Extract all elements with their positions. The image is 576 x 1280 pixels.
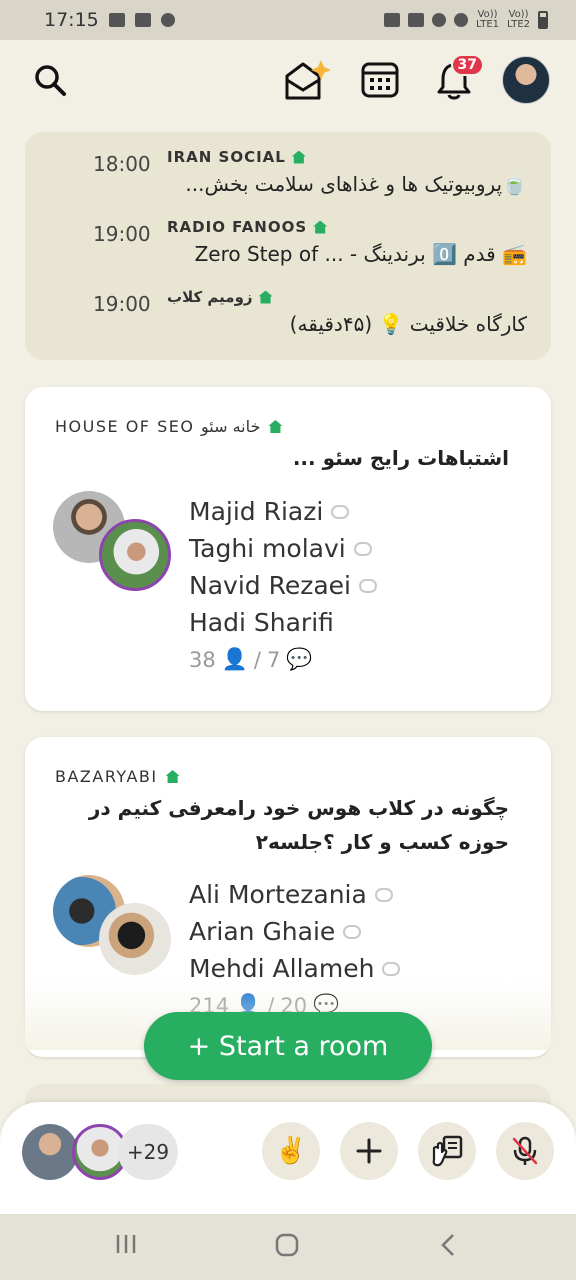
start-room-button[interactable]: + Start a room bbox=[144, 1012, 432, 1080]
listener-count: 38 bbox=[189, 647, 216, 672]
speaker-name: Majid Riazi bbox=[189, 493, 377, 530]
house-icon bbox=[313, 220, 328, 234]
house-icon bbox=[268, 420, 283, 433]
event-club: RADIO FANOOS bbox=[167, 218, 328, 236]
mute-mic-button[interactable] bbox=[496, 1122, 554, 1180]
avatar bbox=[502, 56, 550, 104]
event-title: کارگاه خلاقیت 💡 (۴۵دقیقه) bbox=[289, 312, 527, 336]
search-icon[interactable] bbox=[30, 60, 70, 100]
back-button[interactable] bbox=[438, 1232, 458, 1265]
speaker-avatar bbox=[99, 519, 171, 591]
invite-envelope-icon[interactable] bbox=[282, 58, 334, 102]
status-bar: 17:15 Vo)) LTE1 Vo)) LTE2 bbox=[0, 0, 576, 40]
status-time: 17:15 bbox=[44, 9, 99, 31]
upcoming-events-panel[interactable]: 18:00 IRAN SOCIAL 🍵پروبیوتیک ها و غذاهای… bbox=[25, 132, 551, 360]
top-bar: 37 bbox=[0, 40, 576, 124]
home-button[interactable] bbox=[274, 1232, 300, 1265]
recent-apps-button[interactable] bbox=[114, 1232, 138, 1263]
sim1-signal: Vo)) LTE1 bbox=[476, 9, 500, 30]
person-icon: 👤 bbox=[221, 647, 248, 671]
current-room-bar[interactable]: +29 ✌️ bbox=[0, 1102, 576, 1214]
participant-avatar bbox=[22, 1124, 78, 1180]
chat-bubble-icon bbox=[353, 541, 372, 556]
system-nav-bar bbox=[0, 1214, 576, 1280]
start-room-label: + Start a room bbox=[187, 1030, 389, 1062]
room-counts: 38 👤 / 7 💬 bbox=[189, 647, 377, 672]
chat-bubble-icon bbox=[382, 961, 401, 976]
separator: / bbox=[253, 647, 261, 672]
notifications-badge: 37 bbox=[450, 54, 484, 76]
room-club: HOUSE OF SEO خانه سئو bbox=[55, 417, 283, 436]
plus-icon bbox=[356, 1138, 382, 1164]
speaker-list: Majid Riazi Taghi molavi Navid Rezaei Ha… bbox=[189, 493, 377, 672]
person-icon bbox=[160, 13, 175, 27]
chat-bubble-icon bbox=[343, 924, 362, 939]
profile-avatar[interactable] bbox=[502, 56, 550, 104]
raise-hand-button[interactable] bbox=[418, 1122, 476, 1180]
event-club: زومیم کلاب bbox=[167, 288, 273, 306]
chat-bubble-icon bbox=[374, 887, 393, 902]
alarm-icon bbox=[432, 13, 447, 27]
room-card[interactable]: HOUSE OF SEO خانه سئو اشتباهات رایج سئو … bbox=[25, 387, 551, 711]
room-title: چگونه در کلاب هوس خود رامعرفی کنیم در حو… bbox=[88, 796, 509, 854]
instagram-icon bbox=[134, 13, 151, 27]
speaker-name: Taghi molavi bbox=[189, 530, 377, 567]
leave-quietly-button[interactable]: ✌️ bbox=[262, 1122, 320, 1180]
battery-icon bbox=[538, 11, 548, 29]
event-title: 🍵پروبیوتیک ها و غذاهای سلامت بخش... bbox=[185, 172, 527, 196]
speaker-name: Arian Ghaie bbox=[189, 913, 400, 950]
add-button[interactable] bbox=[340, 1122, 398, 1180]
more-participants-count[interactable]: +29 bbox=[118, 1124, 178, 1180]
event-title: 📻 قدم 0️⃣ برندینگ - ... Zero Step of bbox=[194, 242, 527, 266]
room-club: BAZARYABI bbox=[55, 767, 180, 786]
muted-mic-icon bbox=[512, 1136, 538, 1165]
chat-bubble-icon: 💬 bbox=[286, 647, 313, 671]
speaker-avatar bbox=[99, 903, 171, 975]
chat-count: 7 bbox=[266, 647, 281, 672]
sim2-signal: Vo)) LTE2 bbox=[507, 9, 530, 30]
house-icon bbox=[291, 150, 306, 164]
data-saver-icon bbox=[408, 13, 425, 27]
gallery-icon bbox=[108, 13, 125, 27]
event-row[interactable]: 18:00 IRAN SOCIAL 🍵پروبیوتیک ها و غذاهای… bbox=[25, 132, 551, 204]
event-club: IRAN SOCIAL bbox=[167, 148, 306, 166]
room-title: اشتباهات رایج سئو ... bbox=[292, 446, 509, 470]
house-icon bbox=[165, 770, 180, 783]
speaker-name: Ali Mortezania bbox=[189, 876, 400, 913]
key-icon bbox=[384, 13, 401, 27]
calendar-icon[interactable] bbox=[360, 60, 400, 100]
speaker-name: Hadi Sharifi bbox=[189, 608, 334, 637]
event-row[interactable]: 19:00 زومیم کلاب کارگاه خلاقیت 💡 (۴۵دقیق… bbox=[25, 272, 551, 344]
peace-hand-icon: ✌️ bbox=[274, 1136, 308, 1166]
chat-bubble-icon bbox=[331, 504, 350, 519]
house-icon bbox=[258, 290, 273, 304]
event-row[interactable]: 19:00 RADIO FANOOS 📻 قدم 0️⃣ برندینگ - .… bbox=[25, 202, 551, 274]
raise-hand-icon bbox=[432, 1135, 463, 1167]
event-time: 19:00 bbox=[93, 292, 151, 316]
wifi-icon bbox=[454, 13, 469, 27]
chat-bubble-icon bbox=[358, 578, 377, 593]
event-time: 18:00 bbox=[93, 152, 151, 176]
notifications-bell-icon[interactable]: 37 bbox=[434, 54, 484, 102]
event-time: 19:00 bbox=[93, 222, 151, 246]
speaker-name: Navid Rezaei bbox=[189, 567, 377, 604]
